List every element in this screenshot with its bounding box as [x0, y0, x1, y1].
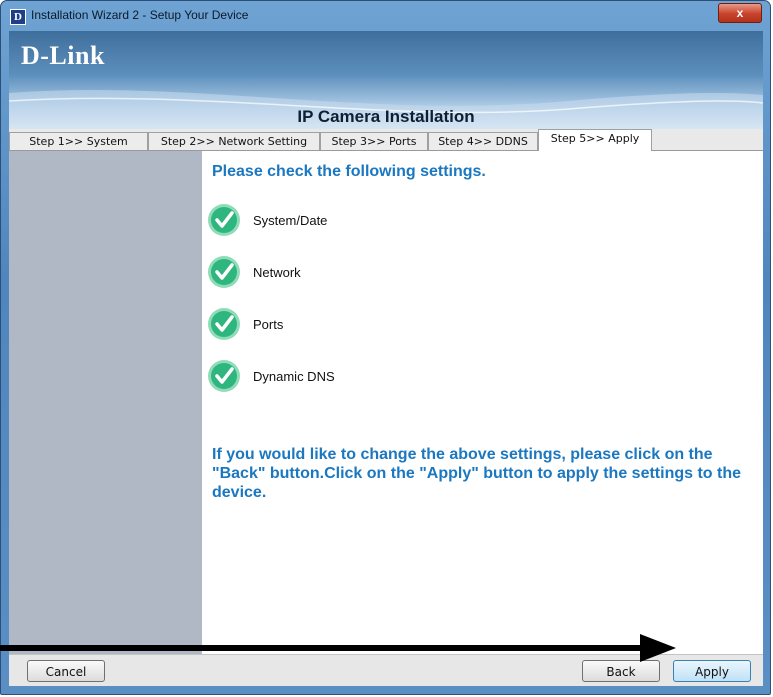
close-button[interactable]: x [718, 3, 762, 23]
check-label: Dynamic DNS [253, 369, 335, 384]
instruction-text: If you would like to change the above se… [212, 446, 742, 501]
left-side-panel [9, 151, 202, 654]
wizard-client-area: D-Link IP Camera Installation Step 1>> S… [9, 31, 763, 686]
check-circle-icon [208, 360, 240, 392]
check-label: System/Date [253, 213, 328, 228]
window-title: Installation Wizard 2 - Setup Your Devic… [31, 8, 249, 22]
summary-panel: Please check the following settings. Sys… [202, 151, 763, 654]
banner-title: IP Camera Installation [297, 107, 475, 126]
check-label: Ports [253, 317, 284, 332]
check-circle-icon [208, 204, 240, 236]
app-icon: D [10, 9, 26, 25]
check-label: Network [253, 265, 301, 280]
check-circle-icon [208, 256, 240, 288]
tab-step4-ddns[interactable]: Step 4>> DDNS [428, 132, 538, 150]
tab-step5-apply[interactable]: Step 5>> Apply [538, 129, 652, 151]
apply-button[interactable]: Apply [673, 660, 751, 682]
wizard-window: D Installation Wizard 2 - Setup Your Dev… [0, 0, 771, 695]
cancel-button[interactable]: Cancel [27, 660, 105, 682]
tab-step2-network-setting[interactable]: Step 2>> Network Setting [148, 132, 320, 150]
banner: D-Link IP Camera Installation [9, 31, 763, 129]
tab-step3-ports[interactable]: Step 3>> Ports [320, 132, 428, 150]
button-bar: Cancel Back Apply [9, 654, 763, 686]
step-tabs: Step 1>> System Step 2>> Network Setting… [9, 129, 763, 151]
summary-heading: Please check the following settings. [212, 163, 486, 180]
check-circle-icon [208, 308, 240, 340]
tab-step1-system[interactable]: Step 1>> System [9, 132, 148, 150]
dlink-logo: D-Link [21, 41, 105, 70]
back-button[interactable]: Back [582, 660, 660, 682]
title-bar: D Installation Wizard 2 - Setup Your Dev… [1, 1, 770, 31]
